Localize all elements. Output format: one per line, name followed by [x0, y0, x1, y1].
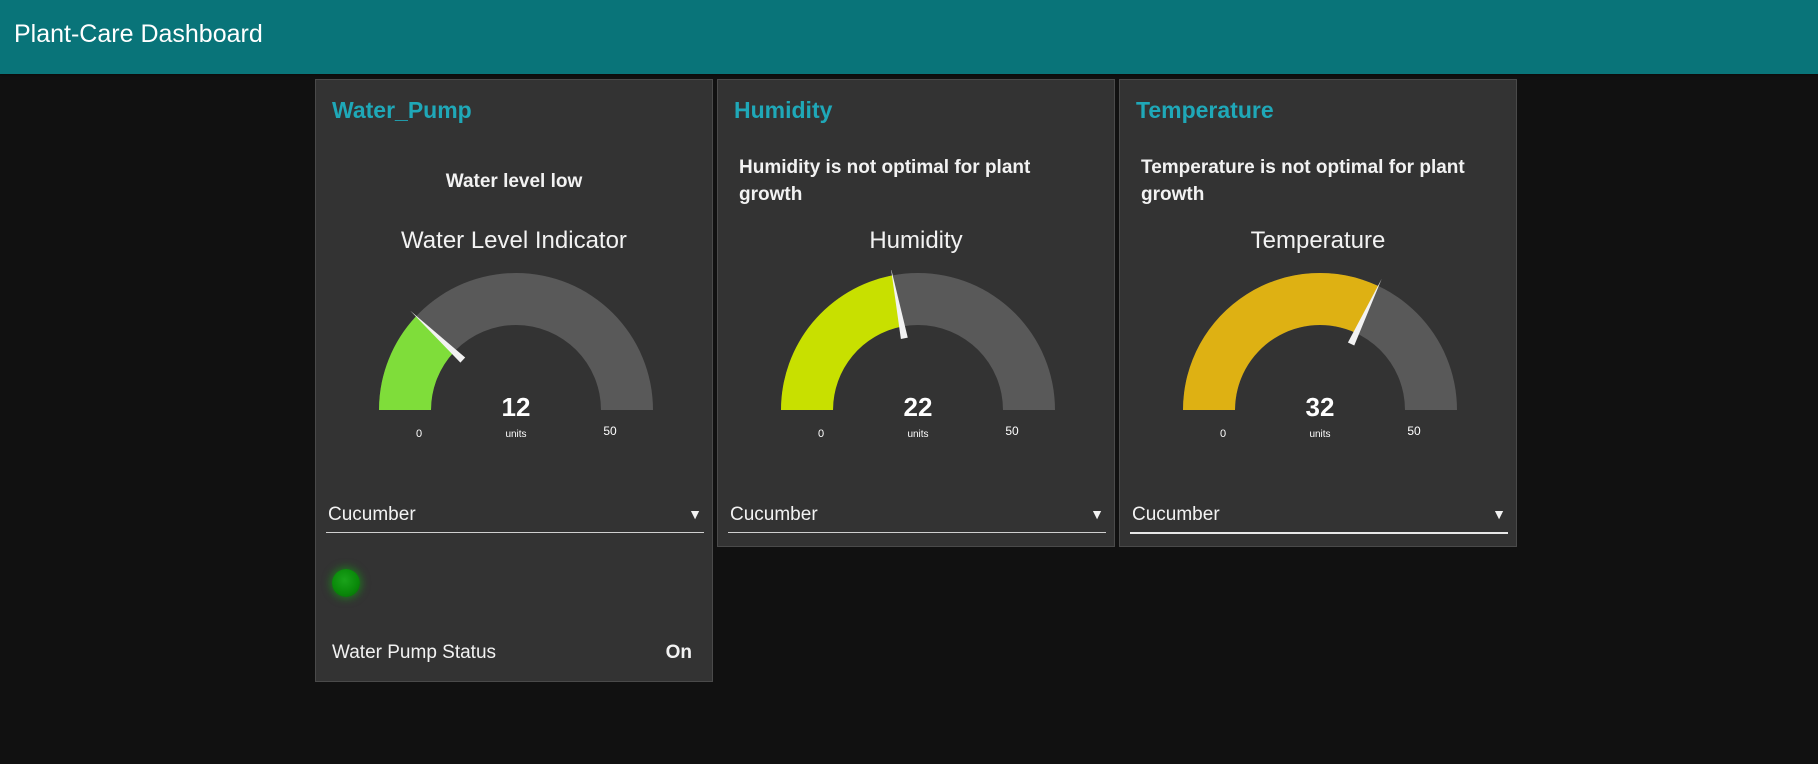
gauge-units: units [505, 429, 526, 440]
water-pump-card: Water_Pump Water level low Water Level I… [315, 79, 713, 682]
plant-select-dropdown[interactable]: Cucumber ▼ [1130, 500, 1508, 534]
gauge-max-label: 50 [1005, 424, 1019, 438]
pump-status-label: Water Pump Status [332, 642, 497, 663]
gauge-min-label: 0 [1220, 428, 1226, 440]
gauge-title: Temperature [1250, 227, 1386, 254]
status-message: Humidity is not optimal for plant growth [739, 157, 1031, 205]
humidity-card: Humidity Humidity is not optimal for pla… [717, 79, 1115, 547]
card-title: Water_Pump [332, 97, 472, 123]
gauge-fill [781, 275, 903, 410]
temperature-gauge: 32 units 0 50 [1183, 273, 1457, 440]
dropdown-selected-value: Cucumber [328, 504, 416, 525]
temperature-card: Temperature Temperature is not optimal f… [1119, 79, 1517, 547]
gauge-min-label: 0 [818, 428, 824, 440]
gauge-min-label: 0 [416, 428, 422, 440]
dropdown-selected-value: Cucumber [730, 504, 818, 525]
plant-select-dropdown[interactable]: Cucumber ▼ [326, 500, 704, 533]
chevron-down-icon: ▼ [1492, 506, 1506, 522]
dropdown-selected-value: Cucumber [1132, 504, 1220, 525]
gauge-units: units [1309, 429, 1330, 440]
top-bar: Plant-Care Dashboard [0, 0, 1818, 74]
card-title: Humidity [734, 97, 833, 123]
humidity-gauge: 22 units 0 50 [781, 270, 1055, 440]
gauge-value: 22 [904, 392, 933, 422]
gauge-max-label: 50 [1407, 424, 1421, 438]
gauge-units: units [907, 429, 928, 440]
water-level-gauge: 12 units 0 50 [379, 273, 653, 440]
status-message: Temperature is not optimal for plant gro… [1141, 157, 1465, 205]
gauge-title: Humidity [869, 227, 963, 254]
pump-status-value: On [665, 642, 692, 663]
chevron-down-icon: ▼ [1090, 506, 1104, 522]
gauge-value: 12 [502, 392, 531, 422]
gauge-value: 32 [1306, 392, 1335, 422]
status-message: Water level low [445, 171, 583, 192]
chevron-down-icon: ▼ [688, 506, 702, 522]
gauge-title: Water Level Indicator [401, 227, 627, 254]
plant-select-dropdown[interactable]: Cucumber ▼ [728, 500, 1106, 533]
app-title: Plant-Care Dashboard [14, 20, 263, 48]
pump-status-led-icon [332, 569, 360, 597]
card-title: Temperature [1136, 97, 1274, 123]
gauge-max-label: 50 [603, 424, 617, 438]
